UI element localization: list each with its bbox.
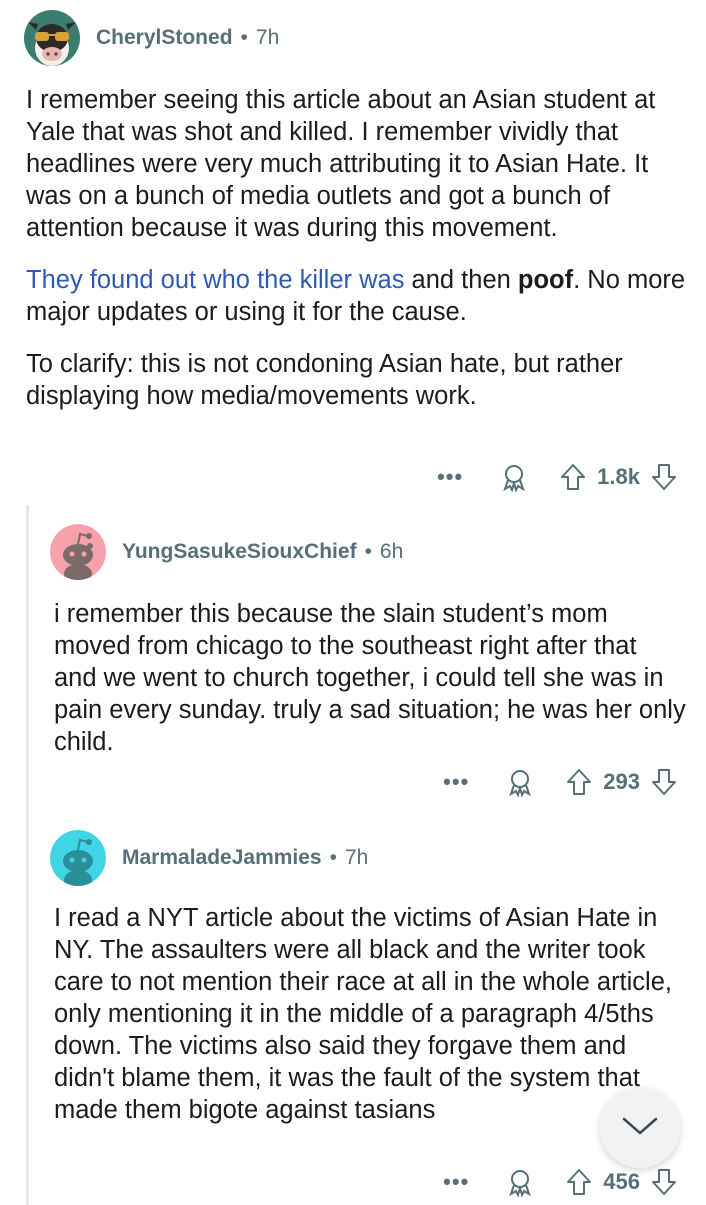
comment-body: I read a NYT article about the victims o… (54, 902, 672, 1126)
upvote-icon[interactable] (565, 767, 593, 797)
downvote-icon[interactable] (650, 462, 678, 492)
comment-paragraph: I read a NYT article about the victims o… (54, 904, 672, 1124)
username[interactable]: MarmaladeJammies (122, 846, 322, 870)
award-icon[interactable] (505, 767, 535, 797)
upvote-icon[interactable] (559, 462, 587, 492)
separator-dot: • (364, 540, 372, 563)
vote-score: 1.8k (597, 464, 640, 489)
comment-paragraph: To clarify: this is not condoning Asian … (26, 350, 623, 410)
more-options-button[interactable]: ••• (437, 464, 463, 490)
chevron-down-icon (620, 1114, 660, 1143)
more-options-button[interactable]: ••• (443, 769, 469, 795)
comment-header: YungSasukeSiouxChief • 6h (50, 524, 403, 580)
award-icon[interactable] (499, 462, 529, 492)
username[interactable]: YungSasukeSiouxChief (122, 540, 357, 564)
vote-score: 456 (603, 1169, 640, 1194)
cow-sunglasses-avatar-icon[interactable] (24, 10, 80, 66)
snoo-avatar-pink-icon[interactable] (50, 524, 106, 580)
comment-actions: ••• 293 (443, 767, 678, 797)
comment-body: i remember this because the slain studen… (54, 598, 686, 758)
comment-actions: ••• 456 (443, 1167, 678, 1197)
timestamp: 7h (344, 846, 369, 869)
separator-dot: • (240, 26, 248, 49)
award-icon[interactable] (505, 1167, 535, 1197)
downvote-icon[interactable] (650, 767, 678, 797)
comment-paragraph: I remember seeing this article about an … (26, 86, 656, 242)
more-options-button[interactable]: ••• (443, 1169, 469, 1195)
snoo-avatar-teal-icon[interactable] (50, 830, 106, 886)
comment-paragraph: They found out who the killer was and th… (26, 264, 686, 328)
comment-paragraph: i remember this because the slain studen… (54, 600, 686, 756)
timestamp: 6h (379, 540, 404, 563)
article-link[interactable]: They found out who the killer was (26, 266, 404, 294)
bold-text: poof (517, 266, 574, 294)
comment-meta: CherylStoned • 7h (96, 26, 279, 50)
comment-header: MarmaladeJammies • 7h (50, 830, 368, 886)
text-span: and then (404, 266, 518, 294)
comment-meta: YungSasukeSiouxChief • 6h (122, 540, 403, 564)
comment-actions: ••• 1.8k (437, 462, 678, 492)
downvote-icon[interactable] (650, 1167, 678, 1197)
separator-dot: • (329, 846, 337, 869)
username[interactable]: CherylStoned (96, 26, 233, 50)
vote-score: 293 (603, 769, 640, 794)
timestamp: 7h (255, 26, 280, 49)
scroll-down-button[interactable] (600, 1088, 680, 1168)
upvote-icon[interactable] (565, 1167, 593, 1197)
thread-line (26, 505, 29, 1205)
comment-body: I remember seeing this article about an … (26, 84, 686, 412)
comment-meta: MarmaladeJammies • 7h (122, 846, 368, 870)
comment-header: CherylStoned • 7h (24, 10, 279, 66)
